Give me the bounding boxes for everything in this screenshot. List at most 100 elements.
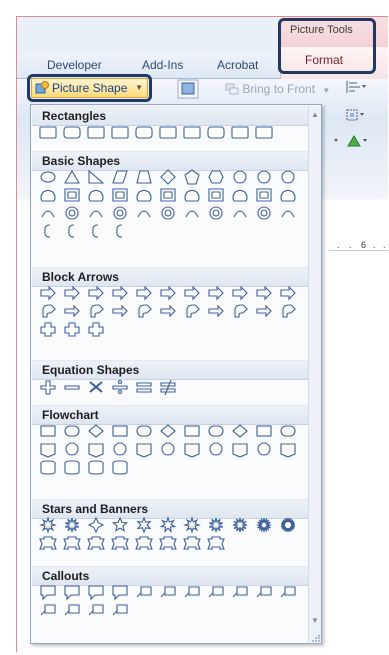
shape-thumbnail[interactable]	[64, 322, 80, 337]
shape-thumbnail[interactable]	[256, 517, 272, 533]
shape-thumbnail[interactable]	[257, 206, 271, 220]
shape-thumbnail[interactable]	[44, 224, 51, 238]
shape-thumbnail[interactable]	[256, 188, 272, 202]
shape-thumbnail[interactable]	[111, 516, 129, 532]
shape-thumbnail[interactable]	[88, 285, 104, 301]
shape-thumbnail[interactable]	[256, 285, 272, 301]
shape-thumbnail[interactable]	[88, 604, 104, 616]
shape-thumbnail[interactable]	[184, 443, 200, 458]
shape-thumbnail[interactable]	[280, 517, 296, 533]
shape-thumbnail[interactable]	[280, 443, 296, 458]
align-button[interactable]	[345, 80, 367, 97]
shape-thumbnail[interactable]	[232, 586, 248, 598]
shape-thumbnail[interactable]	[208, 285, 224, 301]
shape-thumbnail[interactable]	[40, 285, 56, 301]
shape-thumbnail[interactable]	[234, 304, 248, 318]
shape-thumbnail[interactable]	[64, 188, 80, 202]
shape-thumbnail[interactable]	[64, 385, 80, 390]
shape-thumbnail[interactable]	[88, 189, 104, 202]
shape-thumbnail[interactable]	[87, 536, 105, 550]
shape-thumbnail[interactable]	[112, 460, 128, 475]
shape-thumbnail[interactable]	[256, 425, 272, 437]
shape-thumbnail[interactable]	[207, 536, 225, 550]
shape-thumbnail[interactable]	[112, 585, 128, 601]
shape-thumbnail[interactable]	[68, 224, 75, 238]
shape-thumbnail[interactable]	[160, 379, 176, 396]
shape-thumbnail[interactable]	[89, 210, 103, 218]
bring-to-front-button[interactable]: Bring to Front ▼	[225, 82, 330, 96]
shape-thumbnail[interactable]	[136, 586, 152, 598]
tab-acrobat[interactable]: Acrobat	[217, 53, 258, 79]
shape-thumbnail[interactable]	[111, 126, 129, 139]
shape-thumbnail[interactable]	[138, 304, 152, 318]
shape-thumbnail[interactable]	[233, 170, 247, 184]
shape-thumbnail[interactable]	[41, 210, 55, 218]
shape-thumbnail[interactable]	[64, 169, 80, 184]
shape-thumbnail[interactable]	[280, 189, 296, 202]
shape-thumbnail[interactable]	[257, 170, 271, 184]
shape-thumbnail[interactable]	[136, 382, 152, 393]
shape-thumbnail[interactable]	[64, 585, 80, 601]
shape-thumbnail[interactable]	[160, 169, 176, 185]
shape-thumbnail[interactable]	[232, 517, 248, 533]
shape-thumbnail[interactable]	[231, 126, 249, 139]
shape-thumbnail[interactable]	[63, 126, 81, 139]
shape-thumbnail[interactable]	[136, 443, 152, 458]
shape-thumbnail[interactable]	[207, 126, 225, 139]
shape-thumbnail[interactable]	[159, 126, 177, 139]
scroll-down-icon[interactable]: ▼	[311, 616, 319, 625]
shape-thumbnail[interactable]	[280, 285, 296, 301]
shape-thumbnail[interactable]	[90, 304, 104, 318]
shape-thumbnail[interactable]	[88, 443, 104, 458]
shape-thumbnail[interactable]	[159, 516, 177, 533]
shape-thumbnail[interactable]	[64, 304, 80, 318]
shape-thumbnail[interactable]	[42, 304, 56, 318]
shape-thumbnail[interactable]	[40, 380, 56, 395]
shape-thumbnail[interactable]	[64, 425, 80, 437]
shape-thumbnail[interactable]	[113, 442, 127, 456]
scroll-up-icon[interactable]: ▲	[311, 110, 319, 119]
shape-thumbnail[interactable]	[111, 536, 129, 550]
shape-thumbnail[interactable]	[88, 585, 104, 601]
shape-thumbnail[interactable]	[112, 425, 128, 437]
shape-thumbnail[interactable]	[186, 304, 200, 318]
shape-thumbnail[interactable]	[233, 210, 247, 218]
shape-thumbnail[interactable]	[87, 126, 105, 139]
shape-thumbnail[interactable]	[64, 604, 80, 616]
shape-thumbnail[interactable]	[40, 189, 56, 202]
shape-thumbnail[interactable]	[232, 285, 248, 301]
shape-thumbnail[interactable]	[112, 379, 128, 395]
shape-thumbnail[interactable]	[184, 189, 200, 202]
shape-thumbnail[interactable]	[136, 425, 152, 437]
shape-thumbnail[interactable]	[40, 443, 56, 458]
shape-thumbnail[interactable]	[40, 425, 56, 437]
shape-thumbnail[interactable]	[184, 425, 200, 437]
shape-thumbnail[interactable]	[281, 170, 295, 184]
shape-thumbnail[interactable]	[280, 586, 296, 598]
shape-thumbnail[interactable]	[63, 536, 81, 550]
shape-thumbnail[interactable]	[183, 126, 201, 139]
shape-thumbnail[interactable]	[256, 586, 272, 598]
resize-grip-icon[interactable]	[311, 635, 321, 643]
shape-thumbnail[interactable]	[40, 460, 56, 475]
shape-thumbnail[interactable]	[112, 170, 128, 184]
shape-thumbnail[interactable]	[135, 126, 153, 139]
shape-thumbnail[interactable]	[64, 285, 80, 301]
shape-thumbnail[interactable]	[161, 206, 175, 220]
shape-thumbnail[interactable]	[232, 443, 248, 458]
shape-thumbnail[interactable]	[208, 586, 224, 598]
shape-thumbnail[interactable]	[112, 188, 128, 202]
shape-thumbnail[interactable]	[184, 285, 200, 301]
shape-thumbnail[interactable]	[88, 424, 104, 438]
shape-thumbnail[interactable]	[209, 206, 223, 220]
shape-thumbnail[interactable]	[184, 586, 200, 598]
shape-thumbnail[interactable]	[112, 285, 128, 301]
shape-thumbnail[interactable]	[135, 536, 153, 550]
shape-thumbnail[interactable]	[112, 304, 128, 318]
shape-thumbnail[interactable]	[257, 442, 271, 456]
shape-thumbnail[interactable]	[280, 425, 296, 437]
shape-thumbnail[interactable]	[281, 210, 295, 218]
shape-thumbnail[interactable]	[40, 604, 56, 616]
shape-thumbnail[interactable]	[137, 210, 151, 218]
shape-thumbnail[interactable]	[113, 206, 127, 220]
